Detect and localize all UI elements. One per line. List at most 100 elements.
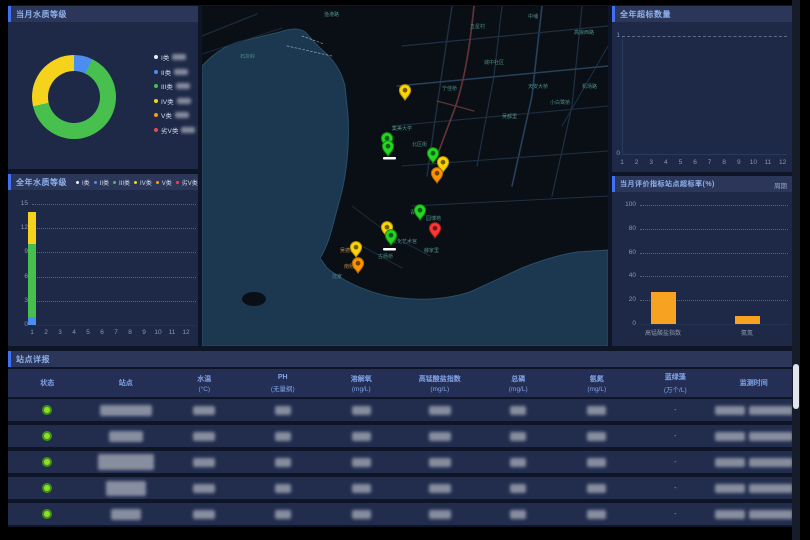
cell-站点 xyxy=(87,454,166,470)
legend-item-V类: V类 xyxy=(154,110,195,120)
masked-value xyxy=(193,406,215,415)
legend-dot xyxy=(154,84,158,88)
x-axis-line xyxy=(622,154,787,155)
column-header-高锰酸盐指数: 高锰酸盐指数 (mg/L) xyxy=(401,374,480,393)
column-name: 监测时间 xyxy=(740,378,768,388)
map-label: 中埔 xyxy=(528,13,538,20)
cell-水温 xyxy=(165,484,244,493)
cell-PH xyxy=(244,510,323,519)
map-label: 吴都里 xyxy=(502,114,517,120)
cell-水温 xyxy=(165,510,244,519)
map-label: 园博苑 xyxy=(426,215,441,222)
table-row[interactable]: - xyxy=(8,451,793,473)
masked-legend-value xyxy=(177,98,191,104)
table-row[interactable]: - xyxy=(8,425,793,447)
masked-time xyxy=(749,484,793,493)
legend-label: III类 xyxy=(161,81,173,91)
status-indicator-green xyxy=(42,457,52,467)
x-tick-1: 1 xyxy=(616,159,628,166)
status-indicator-green xyxy=(42,483,52,493)
masked-value xyxy=(275,406,291,415)
x-tick-4: 4 xyxy=(68,329,80,336)
cell-站点 xyxy=(87,405,166,416)
table-row[interactable]: - xyxy=(8,477,793,499)
map-label: 宁佳桥 xyxy=(442,85,457,92)
page-scrollbar-thumb[interactable] xyxy=(793,364,799,409)
masked-value xyxy=(587,432,606,441)
masked-time xyxy=(749,406,793,415)
y-tick-20: 20 xyxy=(614,296,636,303)
cell-站点 xyxy=(87,431,166,442)
masked-value xyxy=(429,510,451,519)
y-tick-15: 15 xyxy=(10,200,28,207)
gridline-100 xyxy=(640,205,788,206)
gridline-9 xyxy=(32,252,196,253)
masked-value xyxy=(193,510,215,519)
map-label: 石灰岭 xyxy=(240,53,255,60)
legend-dot xyxy=(154,55,158,59)
masked-value xyxy=(510,510,526,519)
masked-value xyxy=(429,406,451,415)
page-scrollbar-track[interactable] xyxy=(792,0,800,540)
masked-value xyxy=(275,510,291,519)
masked-value xyxy=(429,484,451,493)
panel-month-grade-header: 当月水质等级 xyxy=(8,6,198,22)
year-grade-bar-chart: 03691215123456789101112 xyxy=(8,174,198,346)
year-exceed-chart: 10123456789101112 xyxy=(612,6,793,172)
column-header-监测时间: 监测时间 xyxy=(715,378,794,388)
table-row[interactable]: - xyxy=(8,503,793,525)
status-indicator-green xyxy=(42,431,52,441)
x-tick-4: 4 xyxy=(660,159,672,166)
masked-value xyxy=(587,484,606,493)
masked-date xyxy=(715,458,745,467)
cell-蓝绿藻: - xyxy=(636,433,715,440)
masked-legend-value xyxy=(172,54,186,60)
panel-month-grade: 当月水质等级 I类II类III类IV类V类劣V类 xyxy=(8,6,198,169)
selected-station-marker xyxy=(383,248,396,251)
legend-label: I类 xyxy=(161,52,169,62)
table-column-header: 状态站点水温(°C)PH(无量纲)溶解氧(mg/L)高锰酸盐指数(mg/L)总磷… xyxy=(8,369,793,397)
y-tick-80: 80 xyxy=(614,225,636,232)
masked-value xyxy=(587,458,606,467)
column-header-水温: 水温(°C) xyxy=(165,374,244,393)
cell-监测时间 xyxy=(715,484,794,493)
map-label: 古杨桥 xyxy=(378,253,393,260)
x-tick-12: 12 xyxy=(180,329,192,336)
column-unit: (mg/L) xyxy=(430,386,449,393)
masked-value xyxy=(352,510,371,519)
column-header-PH: PH(无量纲) xyxy=(244,374,323,393)
x-tick-10: 10 xyxy=(152,329,164,336)
x-tick-8: 8 xyxy=(718,159,730,166)
panel-year-exceed: 全年超标数量 10123456789101112 xyxy=(612,6,793,172)
masked-station-name xyxy=(109,431,143,442)
masked-value xyxy=(275,432,291,441)
cell-蓝绿藻: - xyxy=(636,407,715,414)
panel-station-report: 站点详报 状态站点水温(°C)PH(无量纲)溶解氧(mg/L)高锰酸盐指数(mg… xyxy=(8,351,793,526)
cell-站点 xyxy=(87,481,166,496)
bar-1-III类 xyxy=(28,244,36,317)
rate-bar-高锰酸盐指数 xyxy=(651,292,676,324)
cell-PH xyxy=(244,432,323,441)
column-name: 站点 xyxy=(119,378,133,388)
x-tick-6: 6 xyxy=(689,159,701,166)
legend-label: IV类 xyxy=(161,96,174,106)
masked-value xyxy=(510,406,526,415)
cell-氨氮 xyxy=(558,406,637,415)
column-name: 高锰酸盐指数 xyxy=(419,374,461,384)
cell-高锰酸盐指数 xyxy=(401,458,480,467)
cell-氨氮 xyxy=(558,432,637,441)
x-tick-5: 5 xyxy=(82,329,94,336)
column-name: 蓝绿藻 xyxy=(665,372,686,382)
city-map[interactable]: 石灰岭渔港路中埔五星村高浪西路城中社区宁佳桥天安大桥机场路小白鹭桥吴都里集美大学… xyxy=(202,6,608,346)
cell-状态 xyxy=(8,431,87,441)
legend-dot xyxy=(154,128,158,132)
legend-item-劣V类: 劣V类 xyxy=(154,125,195,135)
y-tick-60: 60 xyxy=(614,249,636,256)
column-name: 水温 xyxy=(197,374,211,384)
cell-监测时间 xyxy=(715,510,794,519)
masked-time xyxy=(749,458,793,467)
table-row[interactable]: - xyxy=(8,399,793,421)
column-unit: (万个/L) xyxy=(664,384,687,394)
legend-label: V类 xyxy=(161,110,172,120)
cell-总磷 xyxy=(479,484,558,493)
